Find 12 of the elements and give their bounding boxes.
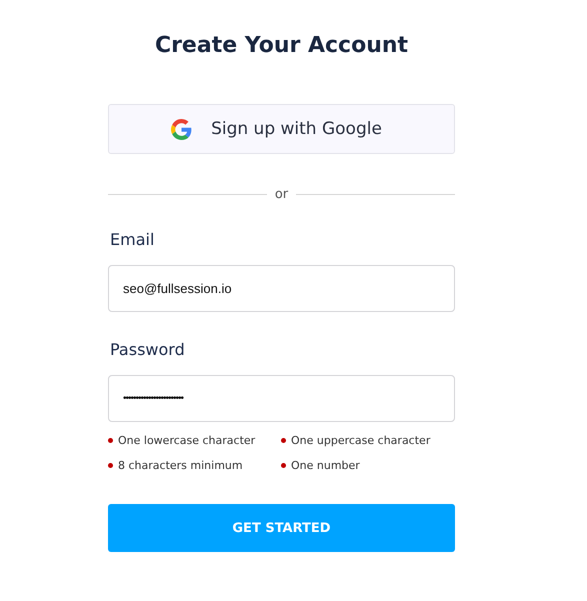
google-signup-button[interactable]: Sign up with Google [108,104,455,154]
field-label: Password [110,340,185,359]
password-requirement: One uppercase character [281,434,430,447]
divider-label: or [274,187,288,202]
input-field[interactable]: •••••••••••••••••••••••• [108,375,455,422]
page-title: Create Your Account [154,33,408,58]
password-requirement: 8 characters minimum [108,459,243,472]
field-label: Email [110,230,154,249]
password-requirement: One number [281,459,360,472]
input-field[interactable]: seo@fullsession.io [108,265,455,312]
google-logo-icon [171,118,192,140]
password-requirement: One lowercase character [108,434,256,447]
